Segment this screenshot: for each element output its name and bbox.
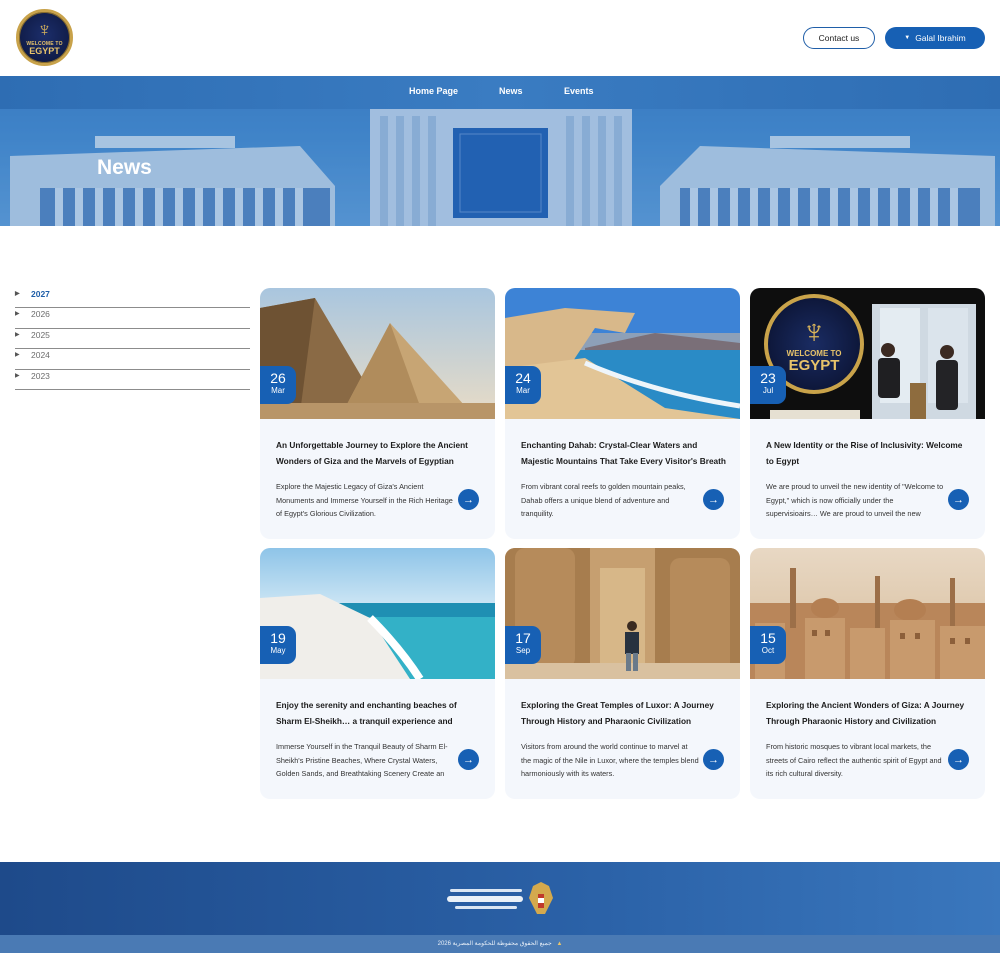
date-month: Mar [516, 386, 530, 395]
news-card[interactable]: 19 May Enjoy the serenity and enchanting… [260, 548, 495, 799]
year-label: 2027 [31, 289, 50, 299]
year-item-2026[interactable]: ▶ 2026 [15, 308, 250, 329]
card-image-luxor-temple[interactable]: 17 Sep [505, 548, 740, 679]
nav-events[interactable]: Events [564, 86, 594, 96]
year-filter-list: ▶ 2027 ▶ 2026 ▶ 2025 ▶ 2024 ▶ 2023 [15, 288, 250, 390]
year-item-2025[interactable]: ▶ 2025 [15, 329, 250, 350]
falcon-emblem-icon: ♆ [37, 18, 52, 41]
year-item-2023[interactable]: ▶ 2023 [15, 370, 250, 390]
card-description: Immerse Yourself in the Tranquil Beauty … [276, 742, 448, 778]
user-name: Galal Ibrahim [915, 33, 966, 43]
card-image-cairo-skyline[interactable]: 15 Oct [750, 548, 985, 679]
card-image-pyramids[interactable]: 26 Mar [260, 288, 495, 419]
hero-banner: Home Page News Events News [0, 76, 1000, 226]
date-day: 23 [760, 370, 776, 386]
year-label: 2023 [31, 370, 50, 381]
card-description: From historic mosques to vibrant local m… [766, 742, 942, 778]
caret-down-icon: ▼ [904, 35, 911, 41]
copyright-bar: جميع الحقوق محفوظة للحكومة المصرية 2026 … [0, 935, 1000, 953]
card-title[interactable]: Exploring the Ancient Wonders of Giza: A… [766, 698, 971, 729]
date-month: Jul [762, 386, 774, 395]
date-month: Sep [515, 646, 531, 655]
card-image-dahab-coast[interactable]: 24 Mar [505, 288, 740, 419]
card-title[interactable]: A New Identity or the Rise of Inclusivit… [766, 438, 971, 469]
eagle-small-icon: ▲ [556, 941, 563, 947]
card-title[interactable]: Enjoy the serenity and enchanting beache… [276, 698, 481, 729]
triangle-right-icon: ▶ [15, 352, 20, 359]
card-description: Explore the Majestic Legacy of Giza's An… [276, 482, 453, 518]
nav-news[interactable]: News [499, 86, 523, 96]
card-image-welcome-to-egypt-event[interactable]: ♆ WELCOME TO EGYPT 23 Jul [750, 288, 985, 419]
date-month: May [270, 646, 286, 655]
news-card[interactable]: 24 Mar Enchanting Dahab: Crystal-Clear W… [505, 288, 740, 539]
date-badge: 24 Mar [505, 366, 541, 404]
user-menu-button[interactable]: ▼ Galal Ibrahim [885, 27, 985, 49]
triangle-right-icon: ▶ [15, 311, 20, 318]
ministry-logo[interactable] [445, 880, 557, 916]
date-badge: 17 Sep [505, 626, 541, 664]
ministry-eagle-icon [447, 882, 553, 914]
arrow-right-icon[interactable]: → [703, 489, 724, 510]
card-description: Visitors from around the world continue … [521, 742, 699, 778]
copyright-text: جميع الحقوق محفوظة للحكومة المصرية 2026 [437, 941, 552, 947]
welcome-to-egypt-logo[interactable]: ♆ WELCOME TO EGYPT [16, 9, 73, 66]
news-card[interactable]: 17 Sep Exploring the Great Temples of Lu… [505, 548, 740, 799]
date-day: 19 [270, 630, 286, 646]
news-card[interactable]: 26 Mar An Unforgettable Journey to Explo… [260, 288, 495, 539]
triangle-right-icon: ▶ [15, 372, 20, 379]
arrow-right-icon[interactable]: → [458, 749, 479, 770]
logo-text-line2: EGYPT [29, 45, 60, 56]
page-title: News [97, 156, 152, 179]
card-title[interactable]: Exploring the Great Temples of Luxor: A … [521, 698, 726, 729]
date-badge: 15 Oct [750, 626, 786, 664]
arrow-right-icon[interactable]: → [948, 489, 969, 510]
card-title[interactable]: Enchanting Dahab: Crystal-Clear Waters a… [521, 438, 726, 469]
main-nav: Home Page News Events [0, 76, 1000, 109]
date-day: 17 [515, 630, 531, 646]
site-footer [0, 862, 1000, 935]
date-day: 15 [760, 630, 776, 646]
news-card[interactable]: ♆ WELCOME TO EGYPT 23 Jul A New Identity… [750, 288, 985, 539]
year-item-2024[interactable]: ▶ 2024 [15, 349, 250, 370]
date-month: Mar [271, 386, 285, 395]
card-title[interactable]: An Unforgettable Journey to Explore the … [276, 438, 481, 469]
triangle-right-icon: ▶ [15, 291, 20, 297]
year-label: 2025 [31, 329, 50, 340]
date-day: 24 [515, 370, 531, 386]
card-image-sharm-beach[interactable]: 19 May [260, 548, 495, 679]
nav-home-page[interactable]: Home Page [409, 86, 458, 96]
date-day: 26 [270, 370, 286, 386]
date-month: Oct [761, 646, 775, 655]
card-description: We are proud to unveil the new identity … [766, 482, 944, 518]
date-badge: 23 Jul [750, 366, 786, 404]
card-description: From vibrant coral reefs to golden mount… [521, 482, 686, 518]
year-item-2027[interactable]: ▶ 2027 [15, 288, 250, 309]
arrow-right-icon[interactable]: → [703, 749, 724, 770]
top-header: ♆ WELCOME TO EGYPT Contact us ▼ Galal Ib… [0, 0, 1000, 76]
arrow-right-icon[interactable]: → [948, 749, 969, 770]
news-card[interactable]: 15 Oct Exploring the Ancient Wonders of … [750, 548, 985, 799]
year-label: 2024 [31, 350, 50, 361]
date-badge: 19 May [260, 626, 296, 664]
arrow-right-icon[interactable]: → [458, 489, 479, 510]
contact-us-button[interactable]: Contact us [803, 27, 875, 49]
date-badge: 26 Mar [260, 366, 296, 404]
triangle-right-icon: ▶ [15, 331, 20, 338]
year-label: 2026 [31, 309, 50, 320]
